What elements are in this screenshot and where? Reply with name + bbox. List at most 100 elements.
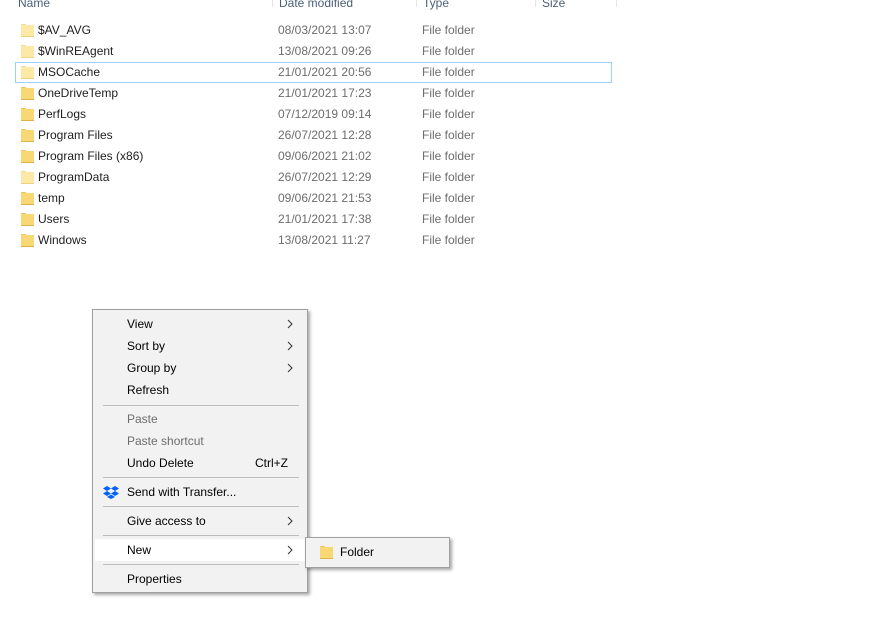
file-date-modified: 13/08/2021 09:26: [278, 44, 372, 58]
file-name: $WinREAgent: [38, 44, 114, 58]
file-row[interactable]: $WinREAgent 13/08/2021 09:26 File folder: [15, 41, 612, 62]
folder-icon: [21, 24, 34, 37]
folder-icon: [21, 129, 34, 142]
folder-icon: [320, 546, 333, 559]
menu-item-view[interactable]: View: [95, 313, 305, 335]
chevron-right-icon: [287, 545, 293, 555]
file-row[interactable]: Windows 13/08/2021 11:27 File folder: [15, 230, 612, 251]
file-type: File folder: [422, 128, 475, 142]
file-row[interactable]: ProgramData 26/07/2021 12:29 File folder: [15, 167, 612, 188]
menu-item-label: Paste shortcut: [127, 434, 204, 448]
file-type: File folder: [422, 65, 475, 79]
menu-item-label: Sort by: [127, 339, 166, 353]
file-name: Program Files (x86): [38, 149, 144, 163]
chevron-right-icon: [287, 319, 293, 329]
menu-item-label: New: [127, 543, 152, 557]
menu-item-label: Undo Delete: [127, 456, 194, 470]
file-name: PerfLogs: [38, 107, 87, 121]
folder-icon: [21, 234, 34, 247]
context-menu: View Sort by Group by Refresh Paste Past…: [92, 309, 308, 593]
file-type: File folder: [422, 23, 475, 37]
folder-icon: [21, 213, 34, 226]
folder-icon: [21, 192, 34, 205]
menu-separator: [103, 535, 299, 536]
file-name: temp: [38, 191, 65, 205]
menu-item-paste[interactable]: Paste: [95, 408, 305, 430]
file-date-modified: 13/08/2021 11:27: [278, 233, 371, 247]
menu-separator: [103, 477, 299, 478]
column-header-type[interactable]: Type: [423, 0, 449, 13]
file-name: ProgramData: [38, 170, 110, 184]
file-date-modified: 21/01/2021 17:23: [278, 86, 372, 100]
menu-item-group-by[interactable]: Group by: [95, 357, 305, 379]
menu-item-undo-delete[interactable]: Undo Delete Ctrl+Z: [95, 452, 305, 474]
column-divider[interactable]: [535, 0, 536, 7]
column-divider[interactable]: [616, 0, 617, 7]
menu-item-label: Group by: [127, 361, 177, 375]
column-header-bar: Name Date modified Type Size: [0, 0, 880, 13]
chevron-right-icon: [287, 341, 293, 351]
menu-item-new[interactable]: New: [95, 539, 305, 561]
file-type: File folder: [422, 233, 475, 247]
chevron-right-icon: [287, 516, 293, 526]
menu-item-properties[interactable]: Properties: [95, 568, 305, 590]
file-type: File folder: [422, 44, 475, 58]
file-type: File folder: [422, 86, 475, 100]
file-row[interactable]: Program Files (x86) 09/06/2021 21:02 File …: [15, 146, 612, 167]
file-date-modified: 09/06/2021 21:02: [278, 149, 372, 163]
folder-icon: [21, 108, 34, 121]
file-row[interactable]: OneDriveTemp 21/01/2021 17:23 File folder: [15, 83, 612, 104]
file-date-modified: 09/06/2021 21:53: [278, 191, 372, 205]
submenu-item-folder[interactable]: Folder: [308, 541, 447, 563]
file-row[interactable]: temp 09/06/2021 21:53 File folder: [15, 188, 612, 209]
file-date-modified: 08/03/2021 13:07: [278, 23, 372, 37]
file-date-modified: 26/07/2021 12:29: [278, 170, 372, 184]
dropbox-icon: [103, 486, 119, 499]
file-date-modified: 26/07/2021 12:28: [278, 128, 372, 142]
column-header-name[interactable]: Name: [18, 0, 50, 13]
column-header-size[interactable]: Size: [542, 0, 565, 13]
file-row[interactable]: $AV_AVG 08/03/2021 13:07 File folder: [15, 20, 612, 41]
file-type: File folder: [422, 212, 475, 226]
menu-item-refresh[interactable]: Refresh: [95, 379, 305, 401]
menu-item-sort-by[interactable]: Sort by: [95, 335, 305, 357]
file-row[interactable]: Users 21/01/2021 17:38 File folder: [15, 209, 612, 230]
file-date-modified: 07/12/2019 09:14: [278, 107, 372, 121]
chevron-right-icon: [287, 363, 293, 373]
folder-icon: [21, 66, 34, 79]
folder-icon: [21, 45, 34, 58]
menu-separator: [103, 405, 299, 406]
file-name: Windows: [38, 233, 87, 247]
menu-item-paste-shortcut[interactable]: Paste shortcut: [95, 430, 305, 452]
file-type: File folder: [422, 149, 475, 163]
file-type: File folder: [422, 191, 475, 205]
file-name: OneDriveTemp: [38, 86, 119, 100]
file-date-modified: 21/01/2021 20:56: [278, 65, 372, 79]
file-name: MSOCache: [38, 65, 101, 79]
column-header-date-modified[interactable]: Date modified: [279, 0, 353, 13]
menu-item-send-with-transfer[interactable]: Send with Transfer...: [95, 481, 305, 503]
file-name: Program Files: [38, 128, 113, 142]
column-divider[interactable]: [416, 0, 417, 7]
file-name: Users: [38, 212, 70, 226]
menu-separator: [103, 564, 299, 565]
shortcut-label: Ctrl+Z: [255, 456, 288, 470]
file-row[interactable]: MSOCache 21/01/2021 20:56 File folder: [15, 62, 612, 83]
menu-item-label: Paste: [127, 412, 158, 426]
file-type: File folder: [422, 170, 475, 184]
file-name: $AV_AVG: [38, 23, 91, 37]
column-divider[interactable]: [272, 0, 273, 7]
file-row[interactable]: PerfLogs 07/12/2019 09:14 File folder: [15, 104, 612, 125]
new-submenu: Folder: [305, 537, 450, 568]
file-row[interactable]: Program Files 26/07/2021 12:28 File folder: [15, 125, 612, 146]
menu-item-label: Send with Transfer...: [127, 485, 237, 499]
menu-item-label: Refresh: [127, 383, 170, 397]
menu-item-label: Properties: [127, 572, 182, 586]
menu-item-label: View: [127, 317, 153, 331]
menu-item-give-access-to[interactable]: Give access to: [95, 510, 305, 532]
menu-item-label: Give access to: [127, 514, 206, 528]
file-date-modified: 21/01/2021 17:38: [278, 212, 372, 226]
menu-item-label: Folder: [340, 545, 375, 559]
folder-icon: [21, 150, 34, 163]
menu-separator: [103, 506, 299, 507]
